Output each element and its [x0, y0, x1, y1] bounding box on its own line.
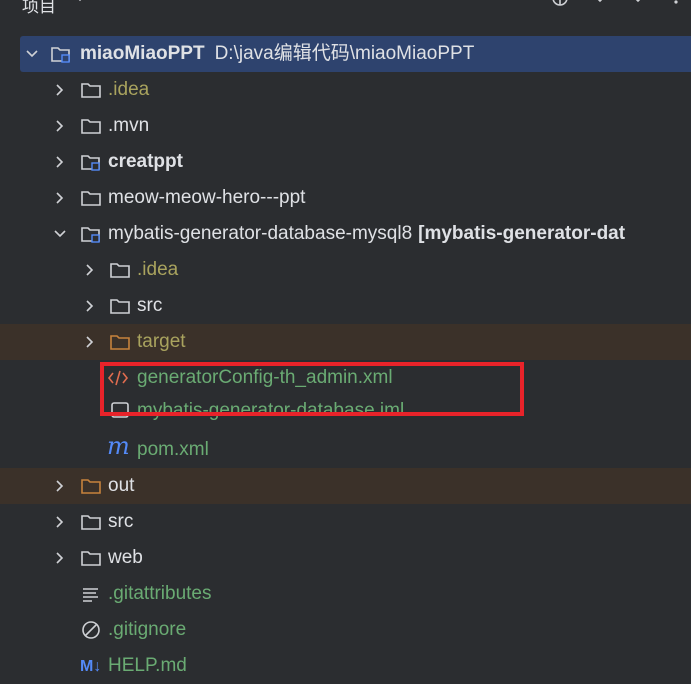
chevron-right-icon[interactable]: [52, 514, 68, 530]
tree-row-generator-config[interactable]: generatorConfig-th_admin.xml: [0, 360, 691, 396]
tree-row-label: pom.xml: [137, 439, 209, 460]
folder-icon: [81, 83, 101, 98]
tree-row-label: .gitattributes: [108, 583, 212, 604]
tree-row-nested-idea[interactable]: .idea: [0, 252, 691, 288]
tree-row-label: .idea: [108, 79, 150, 100]
tree-row-label: .gitignore: [108, 619, 187, 640]
tree-row-label: HELP.md: [108, 655, 187, 676]
chevron-right-icon[interactable]: [52, 478, 68, 494]
tree-row-src[interactable]: src: [0, 504, 691, 540]
tree-row-label: generatorConfig-th_admin.xml: [137, 367, 393, 388]
tree-row-creatppt[interactable]: creatppt: [0, 144, 691, 180]
folder-icon: [81, 515, 101, 530]
maven-icon: m: [107, 432, 130, 460]
folder-icon: [110, 299, 130, 314]
markdown-icon: M↓: [80, 658, 102, 675]
text-lines-icon: [83, 588, 98, 602]
tree-row-label: .idea: [137, 259, 179, 280]
chevron-right-icon[interactable]: [52, 82, 68, 98]
module-suffix: [mybatis-generator-dat: [418, 223, 626, 244]
tree-row-help-md[interactable]: M↓ HELP.md: [0, 648, 691, 684]
expand-icon[interactable]: [628, 0, 648, 8]
folder-icon: [81, 551, 101, 566]
panel-title[interactable]: 项目: [22, 0, 56, 17]
tree-row-pom-xml[interactable]: m pom.xml: [0, 432, 691, 468]
tree-row-label: src: [137, 295, 163, 316]
tree-row-label: target: [137, 331, 186, 352]
tree-row-label: src: [108, 511, 134, 532]
target-icon[interactable]: [550, 0, 570, 8]
project-toolbar: 项目: [0, 0, 691, 16]
chevron-right-icon[interactable]: [52, 154, 68, 170]
chevron-down-icon[interactable]: [24, 46, 40, 62]
collapse-all-icon[interactable]: [590, 0, 610, 8]
tree-row-label: web: [108, 547, 143, 568]
folder-icon: [110, 263, 130, 278]
tree-row-mvn[interactable]: .mvn: [0, 108, 691, 144]
tree-row-label: creatppt: [108, 151, 183, 172]
tree-row-gitattributes[interactable]: .gitattributes: [0, 576, 691, 612]
tree-row-label: meow-meow-hero---ppt: [108, 187, 306, 208]
tree-row-label: miaoMiaoPPT D:\java编辑代码\miaoMiaoPPT: [80, 43, 475, 64]
ignore-icon: [82, 621, 100, 639]
folder-icon: [81, 191, 101, 206]
tree-row-idea[interactable]: .idea: [0, 72, 691, 108]
chevron-down-icon[interactable]: [72, 0, 88, 6]
chevron-right-icon[interactable]: [52, 190, 68, 206]
module-folder-icon: [81, 227, 100, 243]
module-folder-icon: [81, 155, 100, 171]
chevron-right-icon[interactable]: [82, 298, 98, 314]
tree-row-label: out: [108, 475, 135, 496]
chevron-down-icon[interactable]: [52, 226, 68, 242]
chevron-right-icon[interactable]: [52, 118, 68, 134]
excluded-folder-icon: [110, 335, 130, 350]
module-folder-icon: [51, 47, 70, 63]
tree-row-out[interactable]: out: [0, 468, 691, 504]
tree-row-web[interactable]: web: [0, 540, 691, 576]
file-icon: [111, 402, 129, 418]
tree-row-gitignore[interactable]: .gitignore: [0, 612, 691, 648]
tree-row-meow-meow-hero[interactable]: meow-meow-hero---ppt: [0, 180, 691, 216]
tree-row-iml-file[interactable]: mybatis-generator-database.iml: [0, 396, 691, 432]
more-options-icon[interactable]: [666, 0, 686, 8]
project-path: D:\java编辑代码\miaoMiaoPPT: [214, 43, 475, 64]
tree-row-label: mybatis-generator-database.iml: [137, 400, 405, 421]
tree-row-project-root[interactable]: miaoMiaoPPT D:\java编辑代码\miaoMiaoPPT: [20, 36, 691, 72]
chevron-right-icon[interactable]: [52, 550, 68, 566]
chevron-right-icon[interactable]: [82, 262, 98, 278]
tree-row-nested-src[interactable]: src: [0, 288, 691, 324]
excluded-folder-icon: [81, 479, 101, 494]
folder-icon: [81, 119, 101, 134]
tree-row-mybatis-module[interactable]: mybatis-generator-database-mysql8 [mybati…: [0, 216, 691, 252]
chevron-right-icon[interactable]: [82, 334, 98, 350]
xml-file-icon: [107, 370, 129, 386]
tree-row-label: .mvn: [108, 115, 150, 136]
tree-row-target[interactable]: target: [0, 324, 691, 360]
tree-row-label: mybatis-generator-database-mysql8 [mybati…: [108, 223, 626, 244]
